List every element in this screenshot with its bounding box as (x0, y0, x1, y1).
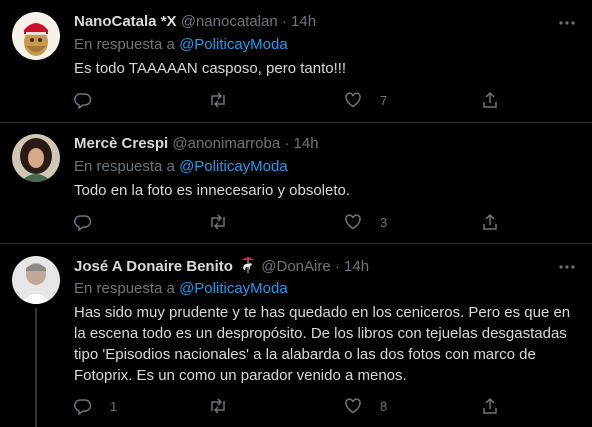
tweet[interactable]: Mercè Crespi @anonimarroba · 14h En resp… (0, 123, 592, 244)
separator-dot: · (284, 135, 290, 152)
reply-context: En respuesta a @PoliticayModa (74, 279, 580, 299)
heart-icon (345, 214, 361, 230)
timestamp[interactable]: 14h (291, 13, 316, 30)
like-button[interactable]: 7 (344, 90, 387, 110)
reply-mention-link[interactable]: @PoliticayModa (179, 158, 288, 175)
share-button[interactable] (481, 396, 499, 416)
reply-button[interactable] (74, 90, 110, 110)
like-count: 7 (380, 92, 388, 108)
tweet-actions: 7 (74, 90, 499, 110)
user-handle[interactable]: @anonimarroba (172, 135, 280, 152)
timestamp[interactable]: 14h (294, 135, 319, 152)
retweet-icon (211, 92, 225, 108)
reply-count: 1 (110, 398, 118, 414)
share-icon (483, 91, 497, 108)
thread-line (35, 308, 37, 427)
reply-mention-link[interactable]: @PoliticayModa (179, 280, 288, 297)
avatar[interactable] (12, 256, 60, 304)
like-count: 8 (380, 398, 388, 414)
like-count: 3 (380, 214, 388, 230)
reply-icon (74, 93, 92, 109)
share-icon (483, 397, 497, 414)
reply-prefix: En respuesta a (74, 280, 175, 297)
reply-mention-link[interactable]: @PoliticayModa (179, 36, 288, 53)
tweet-actions: 3 (74, 212, 499, 232)
user-handle[interactable]: @DonAire (261, 258, 330, 275)
retweet-icon (211, 214, 225, 230)
share-button[interactable] (481, 212, 499, 232)
tweet-text: Has sido muy prudente y te has quedado e… (74, 304, 571, 384)
tweet[interactable]: José A Donaire Benito @DonAire · 14h En … (0, 244, 592, 427)
avatar[interactable] (12, 134, 60, 182)
like-button[interactable]: 3 (344, 212, 387, 232)
reply-icon (74, 215, 92, 231)
separator-dot: · (334, 258, 340, 275)
tweet[interactable]: NanoCatala *X @nanocatalan · 14h En resp… (0, 0, 592, 123)
avatar[interactable] (12, 12, 60, 60)
reply-context: En respuesta a @PoliticayModa (74, 35, 580, 55)
reply-prefix: En respuesta a (74, 158, 175, 175)
heart-icon (345, 398, 361, 414)
retweet-icon (211, 398, 225, 414)
more-options-icon[interactable] (558, 258, 576, 282)
carousel-horse-icon (239, 256, 257, 280)
reply-button[interactable]: 1 (74, 396, 117, 416)
display-name[interactable]: Mercè Crespi (74, 135, 168, 152)
display-name[interactable]: José A Donaire Benito (74, 258, 233, 275)
tweet-header: Mercè Crespi @anonimarroba · 14h (74, 134, 580, 154)
retweet-button[interactable] (208, 396, 246, 416)
reply-button[interactable] (74, 212, 110, 232)
retweet-button[interactable] (208, 212, 246, 232)
more-options-icon[interactable] (558, 14, 576, 38)
retweet-button[interactable] (208, 90, 246, 110)
tweet-text: Es todo TAAAAAN casposo, pero tanto!!! (74, 60, 347, 77)
tweet-header: José A Donaire Benito @DonAire · 14h (74, 256, 580, 276)
user-handle[interactable]: @nanocatalan (181, 13, 278, 30)
like-button[interactable]: 8 (344, 396, 387, 416)
tweet-text: Todo en la foto es innecesario y obsolet… (74, 182, 351, 199)
timestamp[interactable]: 14h (344, 258, 369, 275)
reply-icon (74, 399, 92, 415)
share-icon (483, 213, 497, 230)
reply-prefix: En respuesta a (74, 36, 175, 53)
reply-context: En respuesta a @PoliticayModa (74, 157, 580, 177)
tweet-header: NanoCatala *X @nanocatalan · 14h (74, 12, 580, 32)
share-button[interactable] (481, 90, 499, 110)
tweet-actions: 1 8 (74, 396, 499, 416)
display-name[interactable]: NanoCatala *X (74, 13, 177, 30)
heart-icon (345, 92, 361, 108)
separator-dot: · (281, 13, 287, 30)
